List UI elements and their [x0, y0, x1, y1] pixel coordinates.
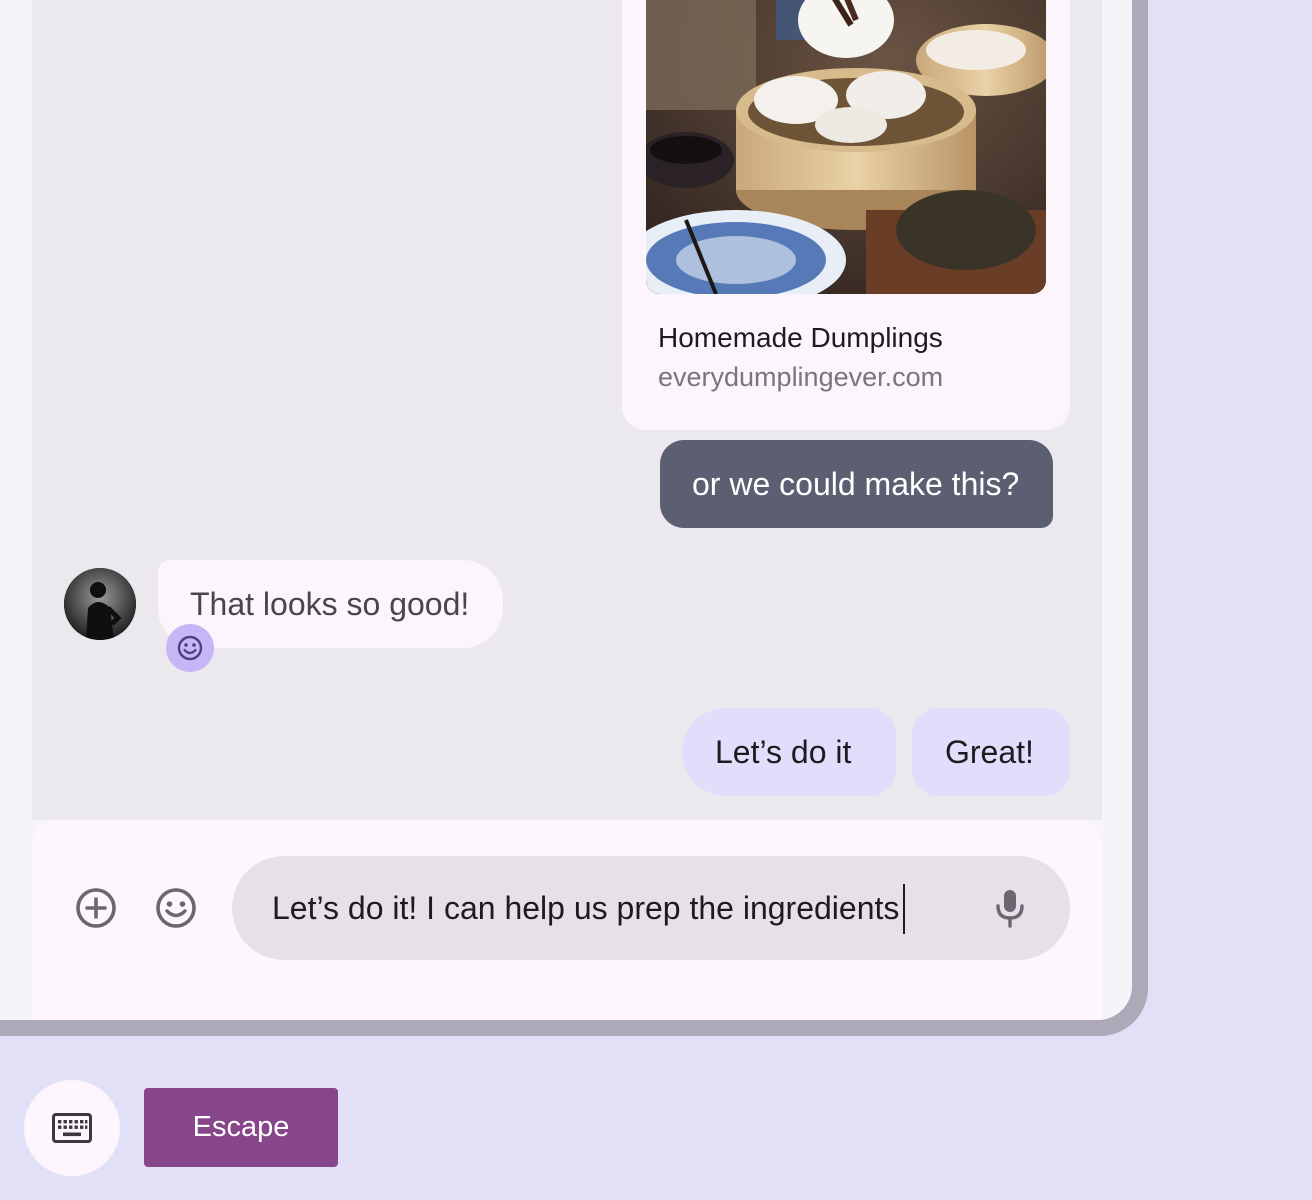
emoji-button[interactable] — [152, 884, 200, 932]
emoji-icon — [156, 888, 196, 928]
keyboard-icon — [52, 1113, 92, 1143]
suggestion-chip-lets-do-it[interactable]: Let’s do it — [682, 708, 896, 796]
reaction-badge[interactable] — [166, 624, 214, 672]
mic-icon — [996, 890, 1024, 928]
link-preview-image[interactable] — [646, 0, 1046, 294]
escape-button[interactable]: Escape — [144, 1088, 338, 1167]
message-input[interactable]: Let’s do it! I can help us prep the ingr… — [232, 856, 1070, 960]
dumplings-photo — [646, 0, 1046, 294]
phone-screen: Homemade Dumplings everydumplingever.com… — [0, 0, 1132, 1020]
outgoing-message-bubble[interactable]: or we could make this? — [660, 440, 1054, 528]
message-input-value: Let’s do it! I can help us prep the ingr… — [272, 890, 900, 926]
link-preview-card[interactable]: Homemade Dumplings everydumplingever.com — [622, 0, 1070, 430]
suggestion-chip-great[interactable]: Great! — [912, 708, 1070, 796]
keyboard-toggle-button[interactable] — [24, 1080, 120, 1176]
avatar-photo — [64, 568, 136, 640]
avatar[interactable] — [64, 568, 136, 640]
add-attachment-button[interactable] — [72, 884, 120, 932]
message-input-text[interactable]: Let’s do it! I can help us prep the ingr… — [272, 856, 906, 960]
link-preview-title: Homemade Dumplings — [658, 322, 943, 353]
text-caret — [903, 883, 906, 934]
voice-input-button[interactable] — [986, 884, 1034, 932]
link-preview-url[interactable]: everydumplingever.com — [658, 362, 943, 393]
add-circle-icon — [76, 888, 116, 928]
smiley-icon — [177, 635, 203, 661]
